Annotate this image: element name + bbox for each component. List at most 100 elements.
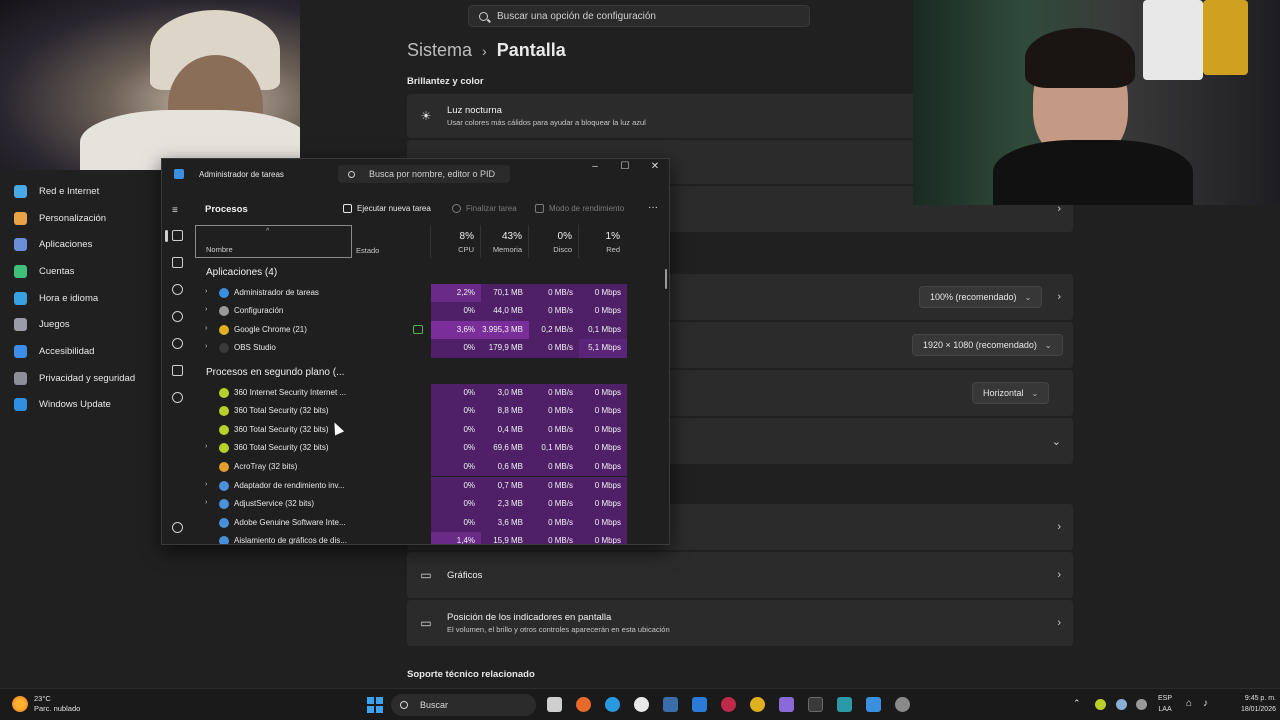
- minimize-button[interactable]: –: [580, 161, 610, 172]
- hamburger-menu-icon[interactable]: ≡: [172, 205, 178, 216]
- table-row[interactable]: › Adaptador de rendimiento inv... 0% 0,7 MB…: [195, 476, 627, 496]
- efficiency-mode-button[interactable]: Modo de rendimiento: [535, 204, 624, 213]
- orientation-dropdown[interactable]: Horizontal ⌄: [972, 382, 1050, 404]
- task-manager-taskbar-icon[interactable]: [866, 697, 881, 712]
- resolution-dropdown[interactable]: 1920 × 1080 (recomendado) ⌄: [912, 334, 1063, 356]
- process-icon: [219, 406, 229, 417]
- expand-chevron-icon[interactable]: ›: [205, 343, 207, 350]
- sort-caret-icon: ^: [266, 228, 270, 235]
- sidebar-item-1[interactable]: Personalización: [14, 205, 164, 232]
- sidebar-item-3[interactable]: Cuentas: [14, 258, 164, 285]
- 360-tray-icon[interactable]: [1095, 699, 1106, 710]
- process-icon: [219, 287, 229, 298]
- edge-icon[interactable]: [605, 697, 620, 712]
- expand-chevron-icon[interactable]: ›: [205, 306, 207, 313]
- settings-search-input[interactable]: Buscar una opción de configuración: [468, 5, 810, 27]
- column-header-state[interactable]: Estado: [356, 246, 379, 255]
- opera-icon[interactable]: [721, 697, 736, 712]
- column-header-disk[interactable]: 0% Disco: [528, 225, 578, 258]
- start-windows-icon[interactable]: [367, 697, 383, 713]
- scrollbar-thumb[interactable]: [665, 269, 667, 289]
- clock[interactable]: 9:45 p. m. 18/01/2026: [1222, 693, 1276, 715]
- sidebar-item-7[interactable]: Privacidad y seguridad: [14, 365, 164, 392]
- sidebar-item-0[interactable]: Red e Internet: [14, 178, 164, 205]
- column-header-memory[interactable]: 43% Memoria: [480, 225, 528, 258]
- table-row[interactable]: 360 Total Security (32 bits) 0% 8,8 MB 0 MB…: [195, 402, 627, 421]
- indicators-card[interactable]: ▭ Posición de los indicadores en pantall…: [407, 600, 1073, 646]
- volume-icon[interactable]: ♪: [1203, 698, 1208, 709]
- table-row[interactable]: › 360 Total Security (32 bits) 0% 69,6 MB 0,…: [195, 439, 627, 458]
- chevron-right-icon: ›: [482, 42, 487, 59]
- table-row[interactable]: › Google Chrome (21) 3,6% 3.995,3 MB 0,2 MB/…: [195, 320, 627, 340]
- graphics-card[interactable]: ▭ Gráficos ›: [407, 552, 1073, 598]
- task-manager-window[interactable]: Administrador de tareas Busca por nombre…: [161, 158, 670, 545]
- keyboard-layout: LAA: [1158, 706, 1172, 713]
- weather-widget[interactable]: 23°C Parc. nublado: [12, 694, 80, 714]
- table-row[interactable]: Adobe Genuine Software Inte... 0% 3,6 MB 0 …: [195, 513, 627, 533]
- app-icon[interactable]: [808, 697, 823, 712]
- language-indicator[interactable]: ESP LAA: [1158, 693, 1172, 715]
- breadcrumb-sistema[interactable]: Sistema: [407, 40, 472, 61]
- services-icon[interactable]: [172, 392, 183, 403]
- table-row[interactable]: Aislamiento de gráficos de dis... 1,4% 15,…: [195, 532, 627, 544]
- table-row[interactable]: › AdjustService (32 bits) 0% 2,3 MB 0 MB/s 0 …: [195, 495, 627, 514]
- close-button[interactable]: ✕: [640, 161, 669, 172]
- expand-chevron-icon[interactable]: ›: [205, 499, 207, 506]
- expand-chevron-icon[interactable]: ›: [205, 481, 207, 488]
- table-row[interactable]: › Configuración 0% 44,0 MB 0 MB/s 0 Mbps: [195, 302, 627, 321]
- taskbar-search-label: Buscar: [420, 700, 449, 710]
- expand-chevron-icon[interactable]: ›: [205, 325, 207, 332]
- capcut-icon[interactable]: [837, 697, 852, 712]
- chrome-icon[interactable]: [750, 697, 765, 712]
- run-new-task-button[interactable]: Ejecutar nueva tarea: [343, 204, 431, 213]
- tray-app-icon[interactable]: [1136, 699, 1147, 710]
- end-task-button[interactable]: Finalizar tarea: [452, 204, 517, 213]
- sidebar-item-8[interactable]: Windows Update: [14, 392, 164, 419]
- sidebar-item-4[interactable]: Hora e idioma: [14, 285, 164, 312]
- column-header-network[interactable]: 1% Red: [578, 225, 626, 258]
- memory-cell: 0,4 MB: [481, 420, 529, 440]
- users-icon[interactable]: [172, 338, 183, 349]
- settings-gear-icon[interactable]: [172, 522, 183, 533]
- column-header-name[interactable]: ^ Nombre: [195, 225, 352, 258]
- performance-icon[interactable]: [172, 257, 183, 268]
- cpu-cell: 0%: [431, 302, 481, 321]
- settings-taskbar-icon[interactable]: [895, 697, 910, 712]
- scale-dropdown[interactable]: 100% (recomendado) ⌄: [919, 286, 1043, 308]
- table-row[interactable]: AcroTray (32 bits) 0% 0,6 MB 0 MB/s 0 Mbps: [195, 457, 627, 477]
- chevron-up-icon[interactable]: ⌃: [1073, 698, 1081, 709]
- startup-apps-icon[interactable]: [172, 311, 183, 322]
- processes-icon[interactable]: [172, 230, 183, 241]
- task-view-icon[interactable]: [547, 697, 562, 712]
- expand-chevron-icon[interactable]: ›: [205, 288, 207, 295]
- clock-time: 9:45 p. m.: [1244, 695, 1276, 702]
- taskbar: 23°C Parc. nublado Buscar ⌃ ESP LAA ⌂ ♪ …: [0, 688, 1280, 720]
- obs-icon[interactable]: [634, 697, 649, 712]
- sidebar-item-6[interactable]: Accesibilidad: [14, 338, 164, 365]
- table-row[interactable]: 360 Total Security (32 bits) 0% 0,4 MB 0 MB…: [195, 420, 627, 440]
- more-options-button[interactable]: ···: [648, 202, 658, 213]
- network-icon[interactable]: ⌂: [1186, 698, 1192, 709]
- sidebar-item-2[interactable]: Aplicaciones: [14, 231, 164, 258]
- column-header-cpu[interactable]: 8% CPU: [430, 225, 480, 258]
- onedrive-tray-icon[interactable]: [1116, 699, 1127, 710]
- disk-cell: 0 MB/s: [529, 302, 579, 321]
- details-icon[interactable]: [172, 365, 183, 376]
- table-row[interactable]: 360 Internet Security Internet ... 0% 3,0 …: [195, 383, 627, 403]
- scale-value: 100% (recomendado): [930, 292, 1017, 302]
- firefox-icon[interactable]: [576, 697, 591, 712]
- process-name: Adaptador de rendimiento inv...: [234, 480, 345, 490]
- expand-chevron-icon[interactable]: ›: [205, 443, 207, 450]
- run-new-task-label: Ejecutar nueva tarea: [357, 204, 431, 213]
- taskbar-search[interactable]: Buscar: [391, 694, 536, 716]
- sidebar-item-5[interactable]: Juegos: [14, 311, 164, 338]
- copilot-icon[interactable]: [779, 697, 794, 712]
- task-manager-search-input[interactable]: Busca por nombre, editor o PID: [338, 165, 510, 183]
- defender-icon[interactable]: [692, 697, 707, 712]
- store-icon[interactable]: [663, 697, 678, 712]
- process-icon: [219, 480, 229, 491]
- table-row[interactable]: › OBS Studio 0% 179,9 MB 0 MB/s 5,1 Mbps: [195, 339, 627, 358]
- app-history-icon[interactable]: [172, 284, 183, 295]
- table-row[interactable]: › Administrador de tareas 2,2% 70,1 MB 0 MB/…: [195, 283, 627, 303]
- maximize-button[interactable]: ☐: [610, 161, 640, 172]
